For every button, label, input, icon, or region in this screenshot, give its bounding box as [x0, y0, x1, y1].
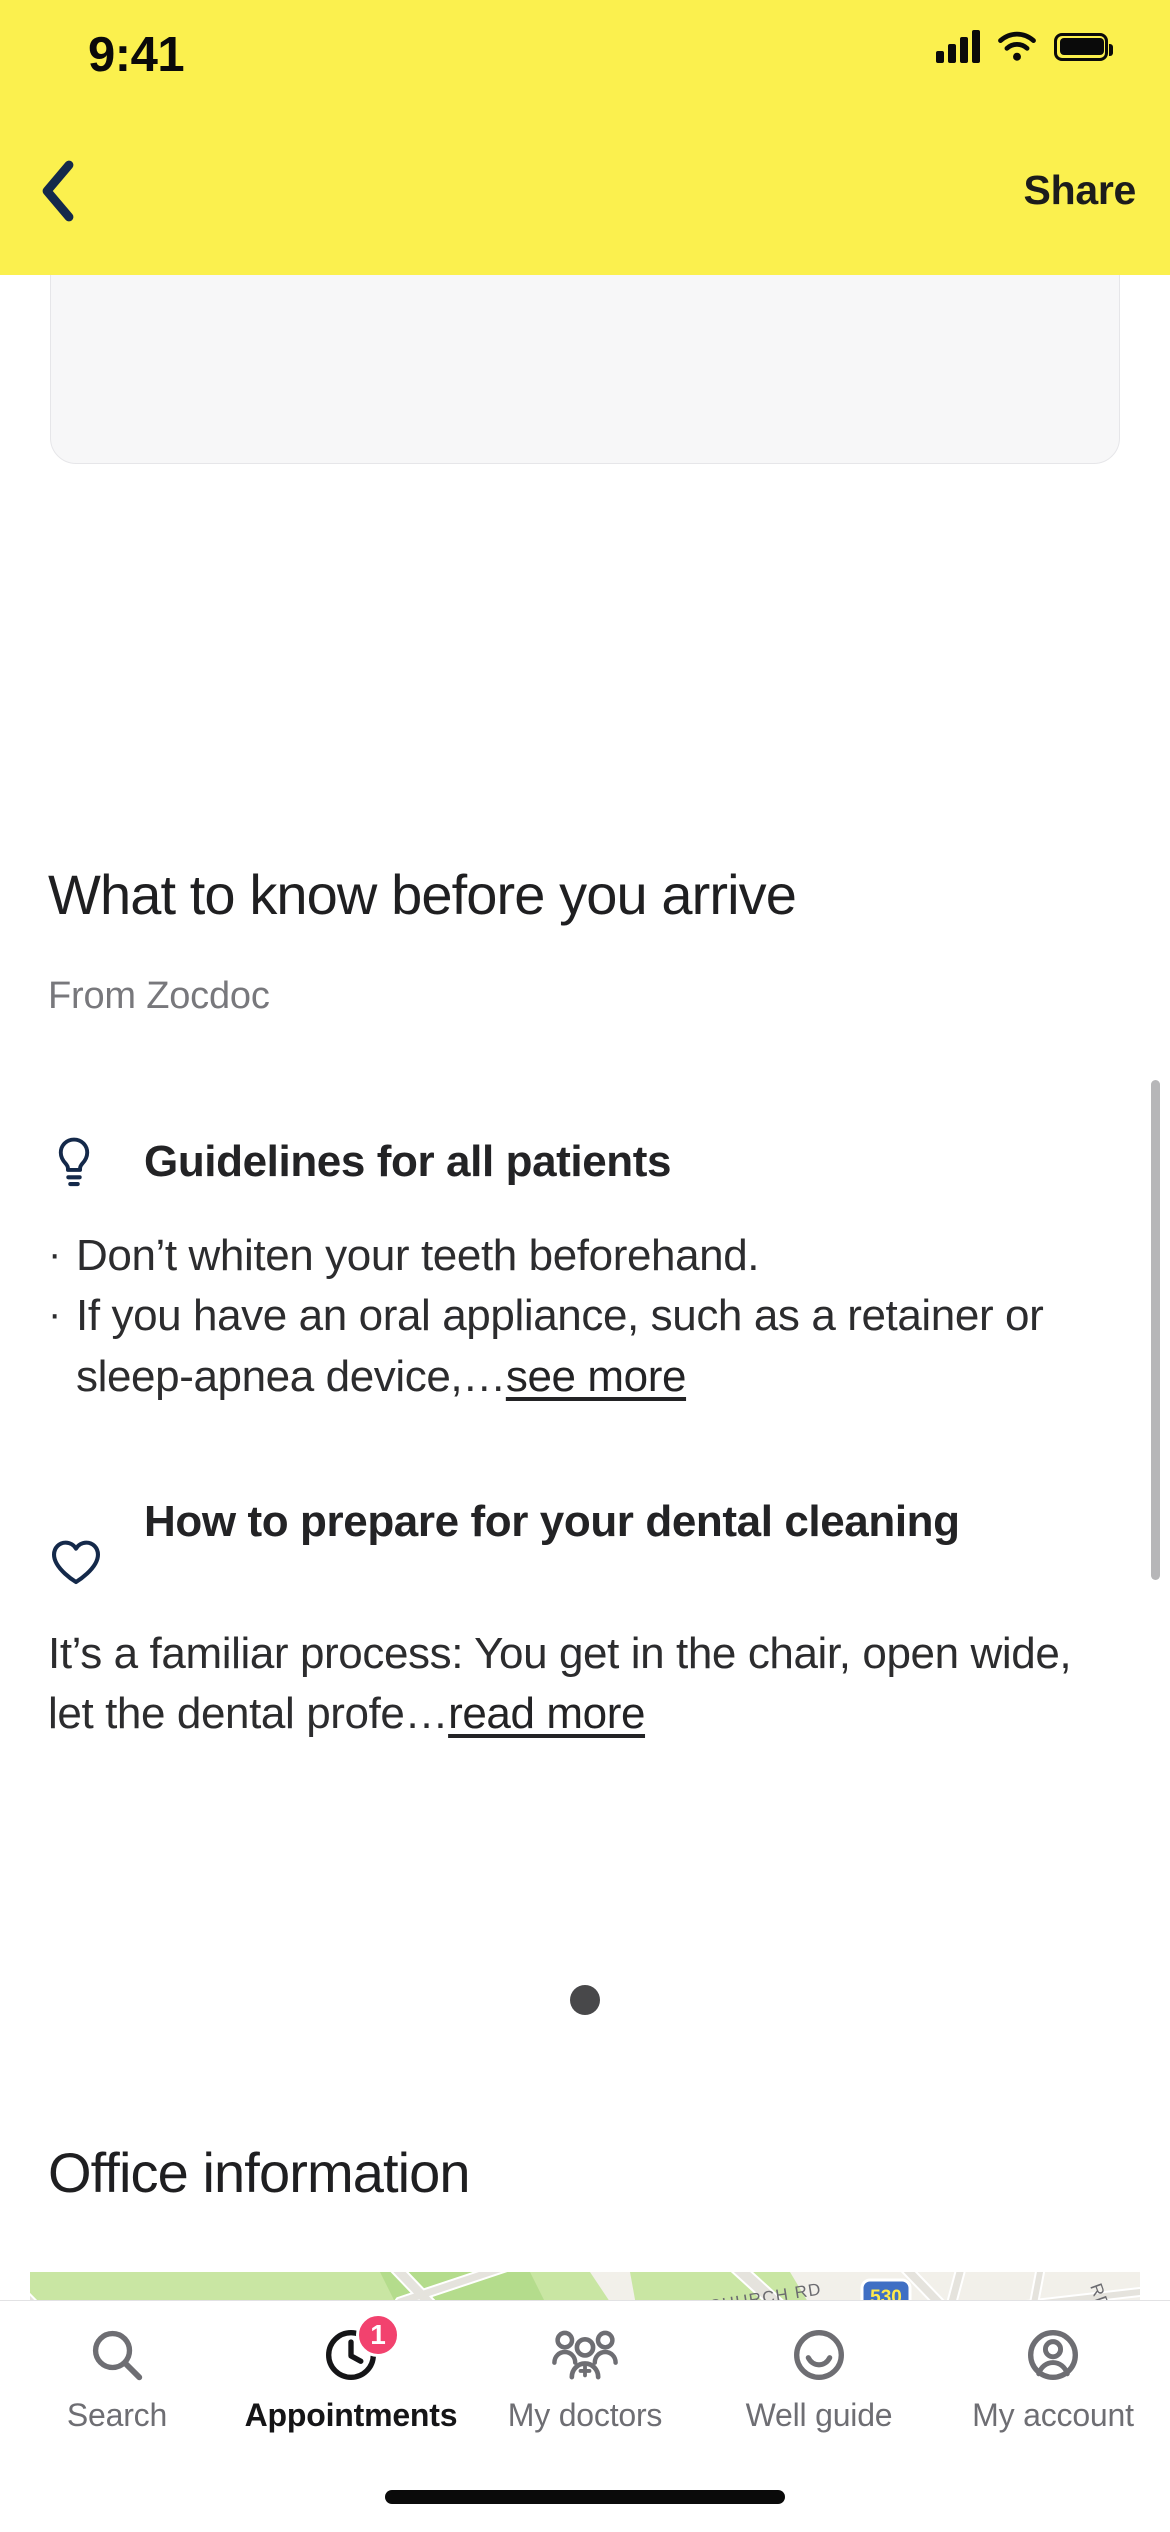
scroll-content[interactable]: • You will be paying out of pocket for t… — [0, 0, 1170, 2532]
office-information-title: Office information — [48, 2141, 471, 2204]
tip-prepare-body: It’s a familiar process: You get in the … — [48, 1624, 1123, 1745]
see-more-link[interactable]: see more — [506, 1352, 687, 1401]
tip-guidelines: Guidelines for all patients · Don’t whit… — [48, 1130, 1123, 1407]
tab-my-doctors-label: My doctors — [507, 2397, 663, 2433]
account-icon — [1024, 2323, 1082, 2387]
tab-my-doctors[interactable]: My doctors — [468, 2323, 702, 2461]
smiley-icon — [790, 2323, 848, 2387]
status-time: 9:41 — [88, 28, 185, 82]
app-header: 9:41 Share — [0, 0, 1170, 275]
heart-icon — [48, 1490, 144, 1588]
doctors-group-icon — [551, 2323, 619, 2387]
tip-prepare-title: How to prepare for your dental cleaning — [144, 1497, 960, 1546]
list-bullet: · — [48, 1232, 61, 1276]
page-title: What to know before you arrive — [48, 863, 797, 926]
back-chevron-icon — [42, 160, 74, 222]
share-button[interactable]: Share — [1024, 167, 1137, 214]
list-bullet: · — [48, 1292, 61, 1337]
back-button[interactable] — [22, 154, 96, 228]
tab-my-account[interactable]: My account — [936, 2323, 1170, 2461]
home-indicator — [385, 2490, 785, 2504]
list-item: · If you have an oral appliance, such as… — [48, 1286, 1123, 1407]
read-more-link[interactable]: read more — [448, 1689, 645, 1738]
tab-appointments[interactable]: 1 Appointments — [234, 2313, 468, 2461]
battery-icon — [1054, 32, 1113, 61]
tip-prepare-head: How to prepare for your dental cleaning — [48, 1490, 1123, 1588]
appointments-badge: 1 — [356, 2313, 400, 2357]
tab-my-account-label: My account — [972, 2397, 1134, 2433]
tip-guidelines-head: Guidelines for all patients — [48, 1130, 1123, 1192]
cellular-signal-icon — [936, 30, 980, 63]
page-subtitle: From Zocdoc — [48, 975, 270, 1017]
list-item-label: If you have an oral appliance, such as a… — [76, 1286, 1123, 1407]
list-item-label: Don’t whiten your teeth beforehand. — [76, 1231, 760, 1280]
tip-guidelines-body: · Don’t whiten your teeth beforehand. · … — [48, 1226, 1123, 1407]
lightbulb-icon — [48, 1130, 144, 1192]
tab-well-guide-label: Well guide — [745, 2397, 893, 2433]
tab-appointments-label: Appointments — [244, 2397, 458, 2433]
tab-search[interactable]: Search — [0, 2323, 234, 2461]
tab-search-label: Search — [66, 2397, 168, 2433]
status-bar: 9:41 — [0, 0, 1170, 120]
wifi-icon — [998, 31, 1036, 61]
bottom-tab-bar: Search 1 Appointments My doctors Well gu… — [0, 2300, 1170, 2532]
list-item: · Don’t whiten your teeth beforehand. — [48, 1226, 1123, 1286]
status-indicators — [936, 30, 1113, 63]
clock-icon: 1 — [322, 2313, 400, 2387]
vertical-scrollbar[interactable] — [1151, 1080, 1160, 1580]
search-icon — [88, 2323, 146, 2387]
tab-list: Search 1 Appointments My doctors Well gu… — [0, 2301, 1170, 2461]
tab-well-guide[interactable]: Well guide — [702, 2323, 936, 2461]
tip-prepare: How to prepare for your dental cleaning … — [48, 1490, 1123, 1745]
tip-guidelines-title: Guidelines for all patients — [144, 1137, 672, 1186]
nav-bar: Share — [0, 120, 1170, 275]
app-screen: • You will be paying out of pocket for t… — [0, 0, 1170, 2532]
carousel-page-indicator[interactable] — [0, 1985, 1170, 2015]
carousel-dot[interactable] — [570, 1985, 600, 2015]
